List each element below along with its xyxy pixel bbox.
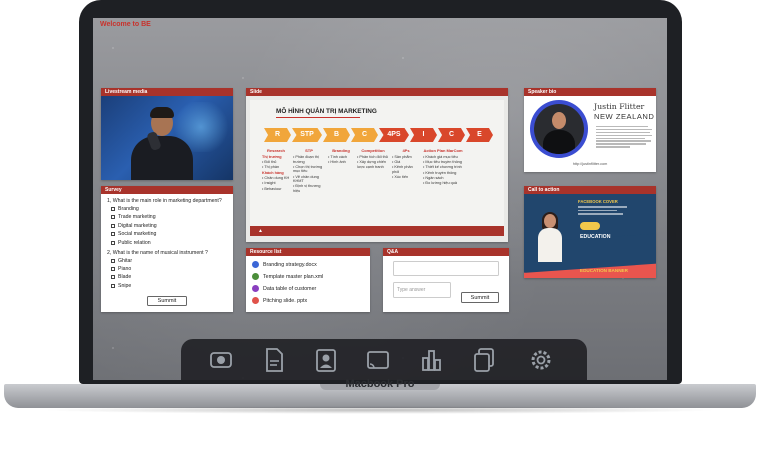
slide-heading: MÔ HÌNH QUẢN TRỊ MARKETING [276,108,377,115]
survey-option[interactable]: Trade marketing [107,214,227,220]
resource-item[interactable]: Data table of customer [252,285,316,292]
checkbox[interactable] [111,275,115,280]
stage: Welcome to BE Livestream media Survey 1,… [0,0,760,464]
livestream-title: Livestream media [101,88,233,96]
slide-panel-title: Slide [246,88,508,96]
speaker-title: Speaker bio [524,88,656,96]
survey-option[interactable]: Ghitar [107,258,227,264]
file-icon [252,297,259,304]
checkbox[interactable] [111,215,115,220]
resource-item[interactable]: Pitching slide. pptx [252,297,307,304]
chevron-step: STP [292,128,322,142]
process-chevrons: R STP B C 4PS I C E [264,128,494,142]
cta-panel: Call to action FACEBOOK COVER EDUCATION … [524,186,656,278]
speaker-bio-text [596,126,652,149]
speaker-card: Justin Flitter NEW ZEALAND http://justin… [524,96,656,172]
cta-line-1: FACEBOOK COVER [578,199,618,204]
survey-option[interactable]: Blade [107,274,227,280]
survey-panel: Survey 1, What is the main role in marke… [101,186,233,312]
cta-title: Call to action [524,186,656,194]
device-label: Macbook Pro [345,378,415,390]
screen-title: Welcome to BE [100,21,151,28]
copy-icon[interactable] [471,346,497,374]
speaker-photo [534,104,584,154]
bar-chart-icon[interactable] [418,346,444,374]
survey-option[interactable]: Digital marketing [107,223,227,229]
document-icon[interactable] [261,346,287,374]
slide-controls-bar [250,226,504,236]
chevron-step: 4PS [379,128,409,142]
caret-up-icon[interactable]: ▲ [258,228,263,234]
cta-line-3: EDUCATION BANNER [580,268,628,273]
speaker-url[interactable]: http://justinflitter.com [524,162,656,166]
file-icon [252,261,259,268]
file-icon [252,273,259,280]
checkbox[interactable] [111,283,115,288]
slide-column: Competition • Phân tích đối thủ • Xây dự… [357,148,388,169]
slide-panel: Slide MÔ HÌNH QUẢN TRỊ MARKETING R STP B… [246,88,508,242]
qa-answer-input[interactable]: Type answer [393,282,451,298]
resource-item[interactable]: Template master plan.xml [252,273,323,280]
settings-icon[interactable] [528,346,554,374]
qa-title: Q&A [383,248,509,256]
slide-heading-underline [276,117,360,118]
camera-icon[interactable] [208,346,234,374]
speaker-country: NEW ZEALAND [594,112,655,121]
survey-submit-button[interactable]: Summit [147,296,187,306]
survey-option[interactable]: Public relation [107,240,227,246]
slide-column: 4Ps • Sản phẩm • Giá • Kênh phân phối • … [392,148,413,180]
speaker-panel: Speaker bio Justin Flitter NEW ZEALAND h… [524,88,656,172]
chevron-step: C [351,128,378,142]
chevron-step: B [323,128,350,142]
chevron-step: C [438,128,465,142]
bottom-dock [181,339,587,380]
survey-option[interactable]: Snipe [107,283,227,289]
host-hair [150,107,174,118]
survey-option[interactable]: Social marketing [107,231,227,237]
livestream-panel: Livestream media [101,88,233,180]
slide-column: Research Thị trường • Đối thủ • Thị phần… [262,148,290,191]
survey-title: Survey [101,186,233,194]
checkbox[interactable] [111,232,115,237]
survey-question-1: 1, What is the main role in marketing de… [107,198,222,204]
qa-question-field[interactable] [393,261,499,276]
slide-column: STP • Phân đoạn thị trường • Chọn thị tr… [293,148,323,193]
slide-canvas: MÔ HÌNH QUẢN TRỊ MARKETING R STP B C 4PS… [250,100,504,226]
chevron-step: E [466,128,493,142]
chevron-step: I [410,128,437,142]
survey-question-2: 2, What is the name of musical instrumen… [107,249,208,256]
slide-columns: Research Thị trường • Đối thủ • Thị phần… [262,148,463,194]
cta-line-2: EDUCATION [580,234,611,240]
cta-badge [580,222,600,230]
contact-icon[interactable] [313,346,339,374]
resource-panel: Resource list Branding strategy.docx Tem… [246,248,370,312]
checkbox[interactable] [111,223,115,228]
checkbox[interactable] [111,258,115,263]
resource-title: Resource list [246,248,370,256]
slide-column: Branding • Tính cách • Hình ảnh [328,148,350,165]
survey-option[interactable]: Branding [107,206,227,212]
chevron-step: R [264,128,291,142]
cta-banner[interactable]: FACEBOOK COVER EDUCATION EDUCATION BANNE… [524,194,656,278]
checkbox[interactable] [111,240,115,245]
qa-submit-button[interactable]: Summit [461,292,499,303]
resource-item[interactable]: Branding strategy.docx [252,261,317,268]
cta-text-lines [578,206,648,217]
livestream-video[interactable] [101,96,233,180]
laptop-shadow [40,406,720,414]
file-icon [252,285,259,292]
checkbox[interactable] [111,266,115,271]
survey-option[interactable]: Piano [107,266,227,272]
speaker-name: Justin Flitter [594,102,645,111]
checkbox[interactable] [111,207,115,211]
cast-icon[interactable] [365,346,391,374]
slide-column: Action Plan MarCom • Khách giá mục tiêu … [423,148,463,185]
qa-panel: Q&A Type answer Summit [383,248,509,312]
host-body [131,136,193,180]
